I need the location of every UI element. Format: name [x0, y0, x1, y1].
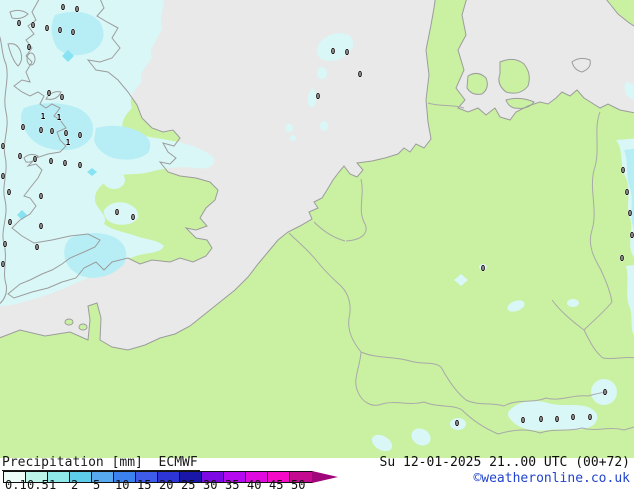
rain-amount-value: 0: [621, 166, 626, 175]
rain-amount-value: 0: [39, 192, 44, 201]
forecast-datetime: Su 12-01-2025 21..00 UTC (00+72): [379, 455, 630, 470]
rain-amount-value: 0: [35, 243, 40, 252]
rain-amount-value: 0: [7, 188, 12, 197]
rain-amount-value: 0: [75, 5, 80, 14]
rain-amount-value: 0: [3, 240, 8, 249]
colorbar-value: 0.5: [27, 478, 49, 490]
rain-amount-value: 0: [39, 222, 44, 231]
rain-amount-value: 0: [33, 155, 38, 164]
rain-amount-value: 0: [61, 3, 66, 12]
colorbar-value: 0.1: [5, 478, 27, 490]
rain-amount-value: 0: [39, 126, 44, 135]
colorbar-value: 15: [137, 478, 152, 490]
rain-amount-value: 0: [31, 21, 36, 30]
rain-amount-value: 0: [1, 260, 6, 269]
rain-amount-value: 0: [49, 157, 54, 166]
rain-amount-value: 0: [58, 26, 63, 35]
rain-amount-value: 0: [21, 123, 26, 132]
colorbar-value-labels: 0.1 0.5 1 2 5 10 15 20 25 30 35 40 45 50: [0, 479, 360, 490]
rain-amount-value: 0: [316, 92, 321, 101]
colorbar-value: 5: [93, 478, 101, 490]
rain-amount-value: 0: [625, 188, 630, 197]
rain-amount-value: 0: [620, 254, 625, 263]
rain-amount-value: 0: [455, 419, 460, 428]
weather-map-screenshot: 0000000000110000010000000000000000000000…: [0, 0, 634, 490]
rain-amount-value: 0: [331, 47, 336, 56]
rain-amount-value: 0: [8, 218, 13, 227]
rain-amount-value: 0: [17, 19, 22, 28]
rain-amount-value: 0: [50, 127, 55, 136]
rain-amount-value: 0: [64, 129, 69, 138]
rain-amount-value: 0: [18, 152, 23, 161]
colorbar-value: 25: [181, 478, 196, 490]
rain-amount-value: 0: [45, 24, 50, 33]
legend-title-unit: [mm]: [111, 455, 143, 470]
rain-amount-value: 0: [555, 415, 560, 424]
rain-amount-value: 0: [628, 209, 633, 218]
rain-amount-value: 0: [588, 413, 593, 422]
colorbar-value: 30: [203, 478, 218, 490]
rain-amount-value: 0: [60, 93, 65, 102]
rain-amount-value: 0: [630, 231, 634, 240]
rain-amount-value: 0: [63, 159, 68, 168]
colorbar-value: 1: [49, 478, 57, 490]
rain-amount-value: 0: [345, 48, 350, 57]
colorbar-value: 50: [291, 478, 306, 490]
colorbar-value: 20: [159, 478, 174, 490]
legend-title: Precipitation [mm] ECMWF: [2, 456, 200, 471]
rain-amount-value: 0: [47, 89, 52, 98]
rain-amount-value: 0: [521, 416, 526, 425]
rain-amount-value: 0: [115, 208, 120, 217]
rain-amount-value: 0: [78, 161, 83, 170]
colorbar-value: 2: [71, 478, 79, 490]
rain-amount-value: 0: [71, 28, 76, 37]
rain-amount-value: 0: [481, 264, 486, 273]
rain-amount-value: 0: [1, 142, 6, 151]
rain-amount-value: 0: [131, 213, 136, 222]
rain-amount-value: 1: [57, 113, 62, 122]
rain-amount-value: 0: [358, 70, 363, 79]
rain-amount-value: 0: [603, 388, 608, 397]
colorbar-value: 40: [247, 478, 262, 490]
rain-amount-value: 1: [66, 138, 71, 147]
colorbar-value: 45: [269, 478, 284, 490]
rain-amount-value: 0: [1, 172, 6, 181]
rain-amount-value: 0: [27, 43, 32, 52]
legend-title-model: ECMWF: [158, 455, 198, 470]
rain-amount-value: 0: [571, 413, 576, 422]
colorbar-value: 10: [115, 478, 130, 490]
rain-amount-value: 0: [539, 415, 544, 424]
colorbar-value: 35: [225, 478, 240, 490]
copyright-notice: ©weatheronline.co.uk: [473, 471, 630, 486]
legend-title-parameter: Precipitation: [2, 455, 104, 470]
rain-amount-value: 0: [78, 131, 83, 140]
rain-amount-value: 1: [41, 112, 46, 121]
precipitation-map: 0000000000110000010000000000000000000000…: [0, 0, 634, 458]
